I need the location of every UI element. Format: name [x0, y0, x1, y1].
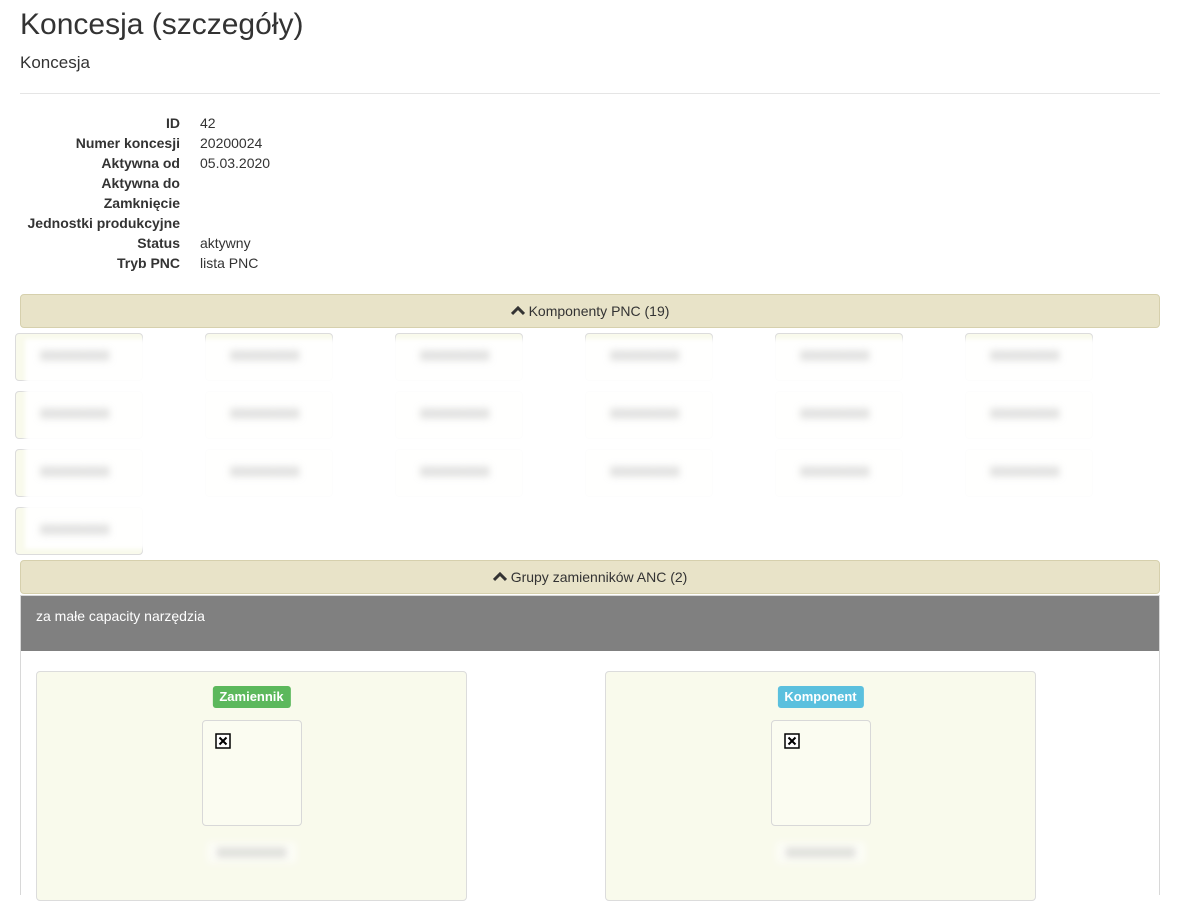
detail-value: aktywny: [200, 235, 251, 251]
detail-label: Zamknięcie: [103, 195, 180, 211]
substitute-code: XXXXXXXX: [206, 842, 297, 863]
detail-row-id: ID 42: [20, 113, 620, 133]
detail-row-status: Status aktywny: [20, 233, 620, 253]
details-list: ID 42 Numer koncesji 20200024 Aktywna od 05…: [20, 113, 620, 273]
pnc-component-code: XXXXXXXX: [40, 522, 110, 537]
detail-row-aktywna-od: Aktywna od 05.03.2020: [20, 153, 620, 173]
detail-label: Numer koncesji: [75, 135, 180, 151]
substitute-image[interactable]: [201, 720, 302, 826]
detail-label: ID: [166, 115, 180, 131]
substitute-badge: Zamiennik: [212, 686, 291, 708]
detail-value: 42: [200, 115, 216, 131]
components-grid: XXXXXXXX XXXXXXXX XXXXXXXX XXXXXXXX XXXXXXXX…: [15, 333, 1115, 555]
broken-image-icon: [783, 733, 800, 749]
detail-label: Status: [137, 235, 180, 251]
detail-label: Aktywna do: [101, 175, 180, 191]
pnc-component-code: XXXXXXXX: [40, 348, 110, 363]
page-title: Koncesja (szczegóły): [20, 8, 304, 41]
pnc-component-code: XXXXXXXX: [800, 348, 870, 363]
pnc-component-code: XXXXXXXX: [40, 406, 110, 421]
group-container: za małe capacity narzędzia Zamiennik XXX…: [20, 595, 1160, 901]
component-code: XXXXXXXX: [775, 842, 866, 863]
components-panel-label: Komponenty PNC (19): [528, 303, 670, 319]
detail-row-tryb-pnc: Tryb PNC lista PNC: [20, 253, 620, 273]
component-image[interactable]: [770, 720, 871, 826]
substitute-card: Zamiennik XXXXXXXX: [36, 671, 467, 901]
pnc-component-code: XXXXXXXX: [40, 464, 110, 479]
redaction-blur: [25, 339, 1115, 549]
detail-value: 05.03.2020: [200, 155, 271, 171]
component-badge: Komponent: [777, 686, 864, 708]
detail-row-aktywna-do: Aktywna do: [20, 173, 620, 193]
divider: [20, 93, 1160, 94]
pnc-component-code: XXXXXXXX: [610, 406, 680, 421]
detail-label: Tryb PNC: [116, 255, 180, 271]
detail-row-zamkniecie: Zamknięcie: [20, 193, 620, 213]
groups-panel-toggle[interactable]: Grupy zamienników ANC (2): [20, 560, 1160, 594]
pnc-component-code: XXXXXXXX: [800, 406, 870, 421]
groups-panel-label: Grupy zamienników ANC (2): [510, 569, 688, 585]
detail-label: Aktywna od: [101, 155, 180, 171]
component-card: Komponent XXXXXXXX: [605, 671, 1036, 901]
pnc-component-code: XXXXXXXX: [610, 348, 680, 363]
pnc-component-code: XXXXXXXX: [800, 464, 870, 479]
broken-image-icon: [214, 733, 231, 749]
pnc-component-code: XXXXXXXX: [990, 464, 1060, 479]
pnc-component-code: XXXXXXXX: [990, 406, 1060, 421]
page-subtitle: Koncesja: [20, 53, 90, 72]
detail-label: Jednostki produkcyjne: [27, 215, 180, 231]
detail-value: 20200024: [200, 135, 263, 151]
pnc-component-code: XXXXXXXX: [990, 348, 1060, 363]
pnc-component-code: XXXXXXXX: [610, 464, 680, 479]
pnc-component-code: XXXXXXXX: [230, 406, 300, 421]
detail-row-jednostki: Jednostki produkcyjne: [20, 213, 620, 233]
chevron-up-icon: [492, 571, 507, 581]
detail-row-numer-koncesji: Numer koncesji 20200024: [20, 133, 620, 153]
pnc-component-code: XXXXXXXX: [420, 348, 490, 363]
pnc-component-code: XXXXXXXX: [420, 406, 490, 421]
pnc-component-code: XXXXXXXX: [420, 464, 490, 479]
pnc-component-code: XXXXXXXX: [230, 464, 300, 479]
components-panel-toggle[interactable]: Komponenty PNC (19): [20, 294, 1160, 328]
pnc-component-code: XXXXXXXX: [230, 348, 300, 363]
detail-value: lista PNC: [200, 255, 259, 271]
group-title: za małe capacity narzędzia: [21, 596, 1159, 651]
chevron-up-icon: [510, 305, 525, 315]
